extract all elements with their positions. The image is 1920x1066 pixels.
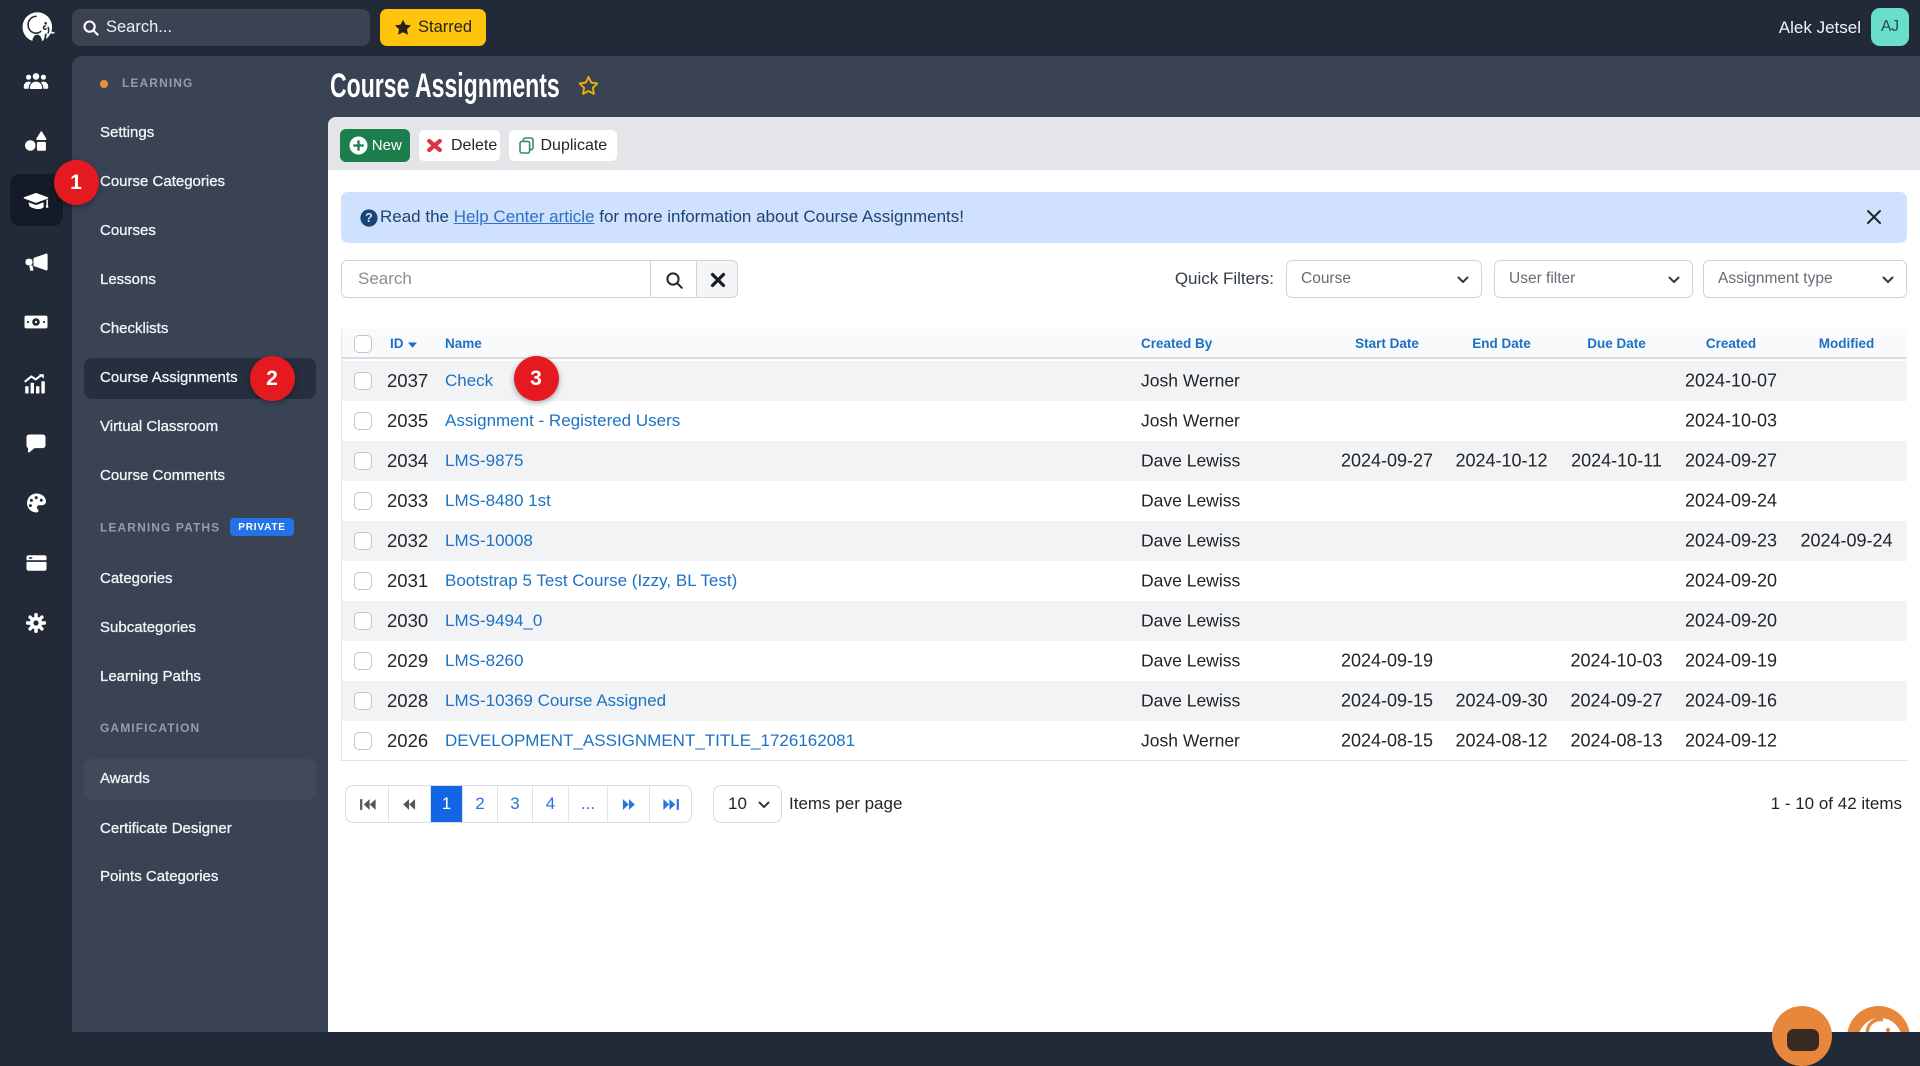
svg-text:?: ?: [365, 211, 373, 225]
